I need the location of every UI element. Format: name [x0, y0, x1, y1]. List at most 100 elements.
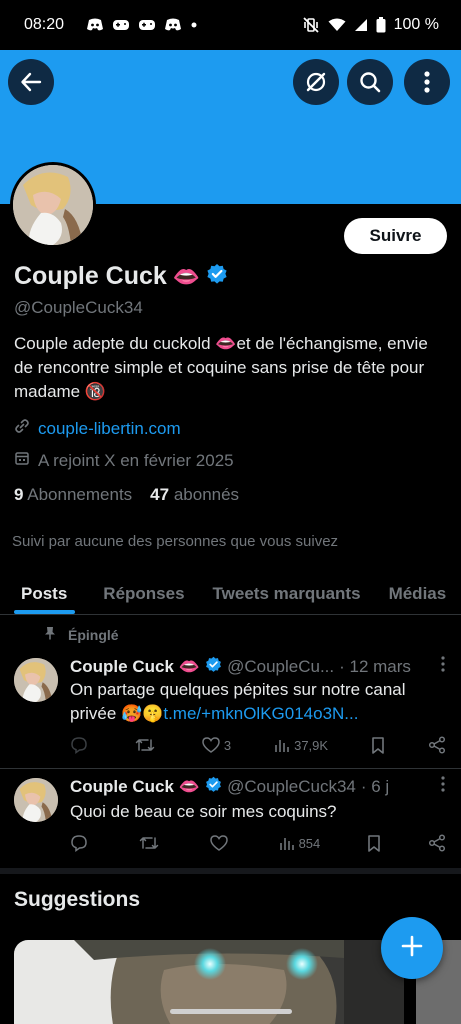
avatar-photo	[13, 165, 93, 245]
tweet-actions: 3 37,9K	[70, 736, 446, 754]
share-button[interactable]	[428, 834, 446, 852]
profile-bio: Couple adepte du cuckold 👄et de l'échang…	[14, 334, 428, 401]
retweet-button[interactable]	[139, 834, 163, 852]
tab-posts[interactable]: Posts	[0, 574, 76, 614]
battery-percent: 100 %	[393, 16, 439, 33]
following-stat[interactable]: 9 Abonnements	[14, 485, 132, 505]
like-count: 3	[223, 737, 232, 753]
tweet-more-button[interactable]	[441, 656, 445, 677]
tab-highlights[interactable]: Tweets marquants	[199, 574, 375, 614]
followers-stat[interactable]: 47 abonnés	[150, 485, 239, 505]
profile-tabs: Posts Réponses Tweets marquants Médias	[0, 574, 461, 614]
reply-button[interactable]	[70, 736, 92, 754]
tweet-timestamp: · 12 mars	[339, 657, 411, 676]
profile-joined-text: A rejoint X en février 2025	[38, 450, 234, 470]
tab-replies-label: Réponses	[103, 584, 185, 603]
grok-icon	[304, 70, 328, 94]
tweet-author-avatar[interactable]	[14, 778, 58, 822]
profile-name-row: Couple Cuck 👄	[14, 262, 228, 291]
follow-button[interactable]: Suivre	[344, 218, 447, 254]
tweet-author-avatar[interactable]	[14, 658, 58, 702]
calendar-icon	[14, 450, 30, 471]
tab-media-label: Médias	[388, 584, 447, 603]
share-button[interactable]	[428, 736, 446, 754]
compose-button[interactable]	[381, 917, 443, 979]
tabs-divider	[0, 614, 461, 615]
tweet-author-handle: @CoupleCuck34	[227, 777, 356, 796]
tweet-author-handle: @CoupleCu...	[227, 657, 335, 676]
tweet-item[interactable]: Couple Cuck 👄 @CoupleCuck34 · 6 j Quoi d…	[0, 770, 461, 866]
views-button[interactable]: 854	[279, 835, 321, 851]
vibrate-mute-icon	[302, 17, 320, 33]
more-notifications-dot-icon	[190, 21, 198, 29]
wifi-icon	[328, 18, 346, 32]
tweet-body: Quoi de beau ce soir mes coquins?	[70, 802, 337, 821]
like-button[interactable]	[209, 835, 232, 851]
bookmark-button[interactable]	[371, 736, 385, 754]
lips-emoji: 👄	[178, 777, 201, 796]
tweet-header: Couple Cuck 👄 @CoupleCu... · 12 mars	[70, 656, 411, 678]
arrow-left-icon	[20, 71, 42, 93]
tweet-text: Quoi de beau ce soir mes coquins?	[70, 800, 440, 824]
tweet-author-name[interactable]: Couple Cuck	[70, 777, 174, 797]
more-options-button[interactable]	[404, 59, 450, 105]
lips-emoji: 👄	[172, 263, 201, 289]
lips-emoji: 👄	[178, 657, 201, 676]
discord-notification-icon	[86, 18, 104, 32]
status-left: 08:20	[24, 16, 198, 34]
section-separator	[0, 868, 461, 874]
status-bar: 08:20 100 %	[0, 0, 461, 50]
profile-avatar[interactable]	[10, 162, 96, 248]
share-icon	[428, 834, 446, 852]
retweet-button[interactable]	[135, 736, 159, 754]
search-button[interactable]	[347, 59, 393, 105]
tweet-divider	[0, 768, 461, 769]
verified-badge-icon	[205, 776, 222, 798]
tweet-more-button[interactable]	[441, 776, 445, 797]
tab-media[interactable]: Médias	[375, 574, 461, 614]
share-icon	[428, 736, 446, 754]
gamepad-notification-icon	[112, 18, 130, 32]
bar-chart-icon	[274, 737, 290, 753]
profile-website-row[interactable]: couple-libertin.com	[14, 418, 181, 439]
tweet-link[interactable]: t.me/+mknOlKG014o3N...	[163, 704, 358, 723]
following-label: Abonnements	[27, 485, 133, 504]
battery-icon	[376, 17, 386, 33]
profile-handle: @CoupleCuck34	[14, 298, 143, 317]
tweet-header: Couple Cuck 👄 @CoupleCuck34 · 6 j	[70, 776, 389, 798]
tab-replies[interactable]: Réponses	[75, 574, 198, 614]
signal-icon	[354, 18, 368, 32]
tweet-timestamp: · 6 j	[360, 777, 390, 796]
followed-by-text: Suivi par aucune des personnes que vous …	[12, 533, 339, 550]
more-vertical-icon	[441, 656, 445, 676]
status-time: 08:20	[24, 16, 65, 33]
views-button[interactable]: 37,9K	[274, 737, 328, 753]
bookmark-button[interactable]	[367, 834, 381, 852]
bar-chart-icon	[279, 835, 295, 851]
reply-button[interactable]	[70, 834, 92, 852]
views-count: 854	[298, 835, 321, 851]
profile-website-link[interactable]: couple-libertin.com	[38, 419, 181, 439]
plus-icon	[401, 935, 423, 962]
like-button[interactable]: 3	[202, 737, 231, 753]
home-indicator[interactable]	[170, 1009, 292, 1014]
bookmark-icon	[371, 736, 385, 754]
avatar-photo	[14, 658, 58, 702]
retweet-icon	[135, 736, 155, 754]
grok-button[interactable]	[293, 59, 339, 105]
link-icon	[14, 418, 30, 439]
profile-stats: 9 Abonnements 47 abonnés	[14, 485, 239, 505]
reply-icon	[70, 736, 88, 754]
profile-joined-row: A rejoint X en février 2025	[14, 450, 234, 471]
suggestions-title: Suggestions	[14, 888, 141, 911]
tweet-author-name[interactable]: Couple Cuck	[70, 657, 174, 677]
tab-posts-label: Posts	[21, 584, 68, 603]
following-count: 9	[14, 485, 24, 504]
pin-icon	[44, 626, 56, 643]
status-right: 100 %	[302, 16, 439, 34]
pinned-indicator: Épinglé	[44, 626, 119, 643]
tweet-actions: 854	[70, 834, 446, 852]
tweet-item[interactable]: Couple Cuck 👄 @CoupleCu... · 12 mars On …	[0, 650, 461, 768]
back-button[interactable]	[8, 59, 54, 105]
heart-icon	[209, 835, 228, 851]
